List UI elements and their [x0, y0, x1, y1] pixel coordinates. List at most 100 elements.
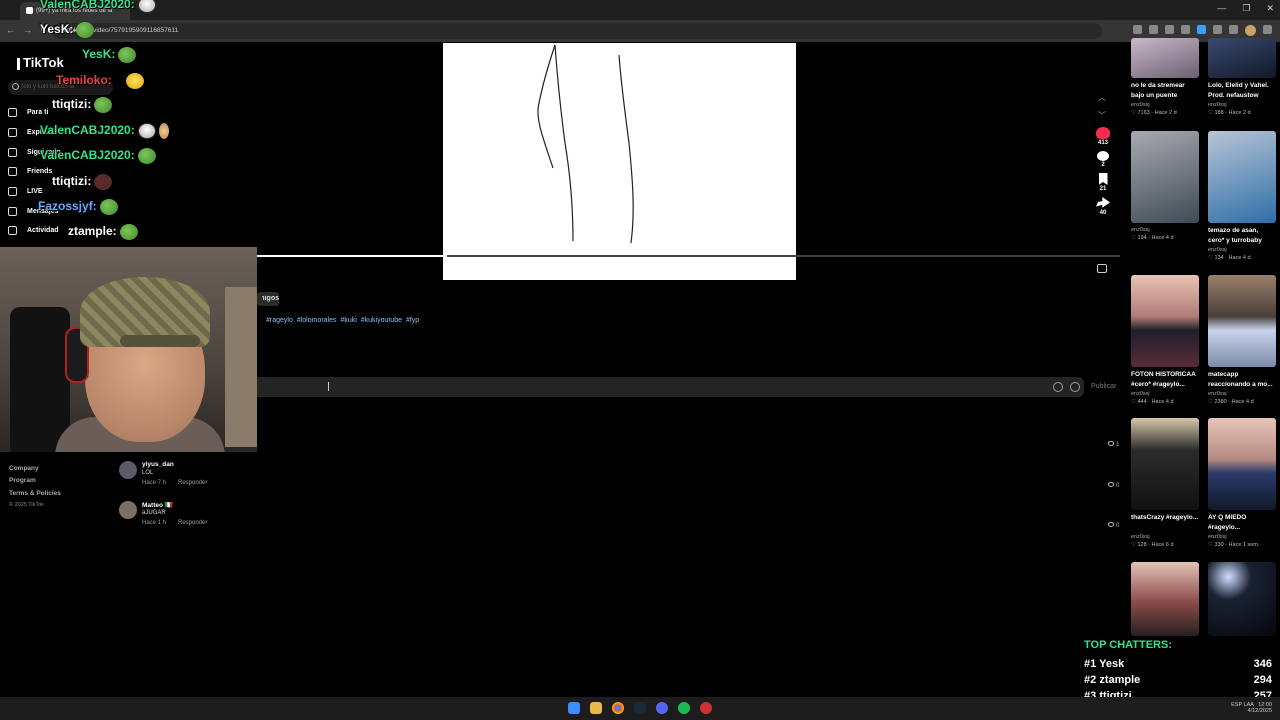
zoom-icon[interactable]	[1149, 25, 1158, 34]
windows-start-icon[interactable]	[568, 702, 580, 714]
bookmark-star-icon[interactable]	[1181, 25, 1190, 34]
minimize-button[interactable]: —	[1217, 3, 1226, 14]
bookmark-icon	[1098, 173, 1108, 185]
comment-author[interactable]: Matteo 🇮🇹	[142, 501, 173, 509]
video-title: no le da stremear bajo un puente	[1131, 82, 1185, 99]
sidebar-icon[interactable]	[1229, 25, 1238, 34]
hashtag-link[interactable]: #fyp	[406, 317, 419, 324]
windows-taskbar: ESP LAA 12:00 4/12/2025	[0, 697, 1280, 720]
address-bar[interactable]: tiktok.com/video/7579195909116857611	[52, 23, 1102, 39]
save-action[interactable]: 21	[1094, 173, 1112, 192]
comment-like-count[interactable]: 0	[1108, 522, 1119, 529]
video-stats: ♡ 194 · Hace 4 d	[1131, 235, 1174, 241]
share-action[interactable]: 40	[1094, 197, 1112, 216]
sidebar-item-actividad[interactable]: Actividad	[8, 221, 61, 241]
chat-message: ValenCABJ2020:	[40, 0, 156, 13]
profile-avatar[interactable]	[1245, 25, 1256, 36]
forward-icon[interactable]: →	[23, 25, 32, 36]
friends-icon	[8, 167, 17, 177]
video-author: enz0ssj	[1208, 247, 1227, 253]
recommended-video[interactable]: thatsCrazy #rageylo... enz0ssj ♡ 128 · H…	[1131, 418, 1199, 548]
chat-username: Fazossjyf:	[38, 199, 97, 214]
comment-action[interactable]: 2	[1094, 151, 1112, 168]
tiktok-logo[interactable]: TikTok	[10, 55, 64, 70]
avatar[interactable]	[119, 501, 137, 519]
file-explorer-icon[interactable]	[590, 702, 602, 714]
recommended-video[interactable]	[1208, 562, 1276, 636]
video-title: FOTON HISTORICAA #cero* #rageylo...	[1131, 371, 1196, 388]
recommended-video[interactable]: enz0ssj ♡ 194 · Hace 4 d	[1131, 131, 1199, 241]
comment-like-count[interactable]: 0	[1108, 482, 1119, 489]
video-thumbnail	[1208, 562, 1276, 636]
extension-icon[interactable]	[1197, 25, 1206, 34]
chrome-icon[interactable]	[612, 702, 624, 714]
comment-input[interactable]	[257, 377, 1084, 397]
footer-terms[interactable]: Terms & Policies	[9, 490, 61, 502]
publish-button[interactable]: Publicar	[1091, 383, 1116, 390]
footer-company[interactable]: Company	[9, 465, 61, 477]
emoji-icon[interactable]	[1070, 382, 1080, 392]
recommended-video[interactable]: temazo de asan, cero* y turrobaby enz0ss…	[1208, 131, 1276, 261]
footer-program[interactable]: Program	[9, 477, 61, 489]
reply-button[interactable]: Responder	[178, 520, 207, 526]
recommended-video[interactable]: Lolo, Elelid y Vahel. Prod. nefaustow en…	[1208, 38, 1276, 116]
volume-icon[interactable]	[1097, 264, 1107, 273]
cast-icon[interactable]	[1165, 25, 1174, 34]
heart-outline-icon	[1108, 522, 1114, 527]
live-icon	[8, 187, 17, 197]
close-window-button[interactable]: ✕	[1266, 3, 1274, 14]
video-author: enz0ssj	[1131, 391, 1150, 397]
recommended-video[interactable]	[1131, 562, 1199, 636]
video-likes: 194	[1137, 235, 1147, 241]
friends-button[interactable]: Amigos	[257, 292, 279, 306]
puzzle-icon[interactable]	[1213, 25, 1222, 34]
steam-icon[interactable]	[634, 702, 646, 714]
hashtag-link[interactable]: #rageylo	[266, 317, 293, 324]
search-icon	[12, 83, 19, 90]
reply-button[interactable]: Responder	[178, 480, 207, 486]
hashtag-link[interactable]: #kuki	[340, 317, 356, 324]
video-thumbnail	[1208, 275, 1276, 367]
spotify-icon[interactable]	[678, 702, 690, 714]
recommended-video[interactable]: no le da stremear bajo un puente enz0ssj…	[1131, 38, 1199, 116]
like-action[interactable]: 413	[1094, 127, 1112, 146]
mention-icon[interactable]	[1053, 382, 1063, 392]
video-player[interactable]	[443, 43, 796, 280]
chat-message: ValenCABJ2020:	[40, 148, 156, 164]
avatar[interactable]	[119, 461, 137, 479]
recommended-video[interactable]: matecapp reaccionando a mo... enz0ssj ♡ …	[1208, 275, 1276, 405]
chatter-name: ztample	[1099, 674, 1141, 686]
recommended-video[interactable]: AY Q MIEDO #rageylo... enz0ssj ♡ 330 · H…	[1208, 418, 1276, 548]
emoji-face-icon	[125, 73, 144, 89]
system-tray: ESP LAA 12:00 4/12/2025	[1231, 702, 1272, 714]
clock-date[interactable]: 4/12/2025	[1248, 708, 1272, 714]
chatter-count: 346	[1253, 658, 1272, 670]
chatter-name: Yesk	[1099, 658, 1125, 670]
chat-message: ttiqtizi:	[52, 97, 113, 113]
save-count: 21	[1099, 186, 1107, 192]
chat-username: ttiqtizi:	[52, 174, 92, 189]
discord-icon[interactable]	[656, 702, 668, 714]
video-likes: 2380	[1214, 399, 1227, 405]
hashtag-link[interactable]: #kukiyoutube	[361, 317, 402, 324]
video-time: Hace 2 d	[1154, 110, 1177, 116]
pepe-emote-icon	[76, 22, 95, 38]
video-time: Hace 4 d	[1231, 399, 1254, 405]
video-progress-bar[interactable]	[257, 255, 1120, 257]
obs-icon[interactable]	[700, 702, 712, 714]
address-bar-row: ← → ↻ tiktok.com/video/75791959091168576…	[0, 20, 1280, 42]
chevron-up-icon[interactable]: ︿	[1098, 92, 1106, 103]
translate-icon[interactable]	[1133, 25, 1142, 34]
comment-like-count[interactable]: 1	[1108, 441, 1119, 448]
back-icon[interactable]: ←	[6, 25, 15, 36]
recommended-video[interactable]: FOTON HISTORICAA #cero* #rageylo... enz0…	[1131, 275, 1199, 405]
maximize-button[interactable]: ❐	[1242, 3, 1250, 14]
comment-time: Hace 1 h	[142, 520, 167, 526]
comment-author[interactable]: yiyus_dan	[142, 461, 174, 468]
menu-icon[interactable]	[1263, 25, 1272, 34]
chevron-down-icon[interactable]: ﹀	[1098, 110, 1106, 121]
chat-username: ValenCABJ2020:	[40, 0, 135, 12]
hashtag-link[interactable]: #lolomorales	[297, 317, 337, 324]
pepe-emote-icon	[119, 224, 138, 240]
nav-label: Friends	[27, 168, 53, 176]
